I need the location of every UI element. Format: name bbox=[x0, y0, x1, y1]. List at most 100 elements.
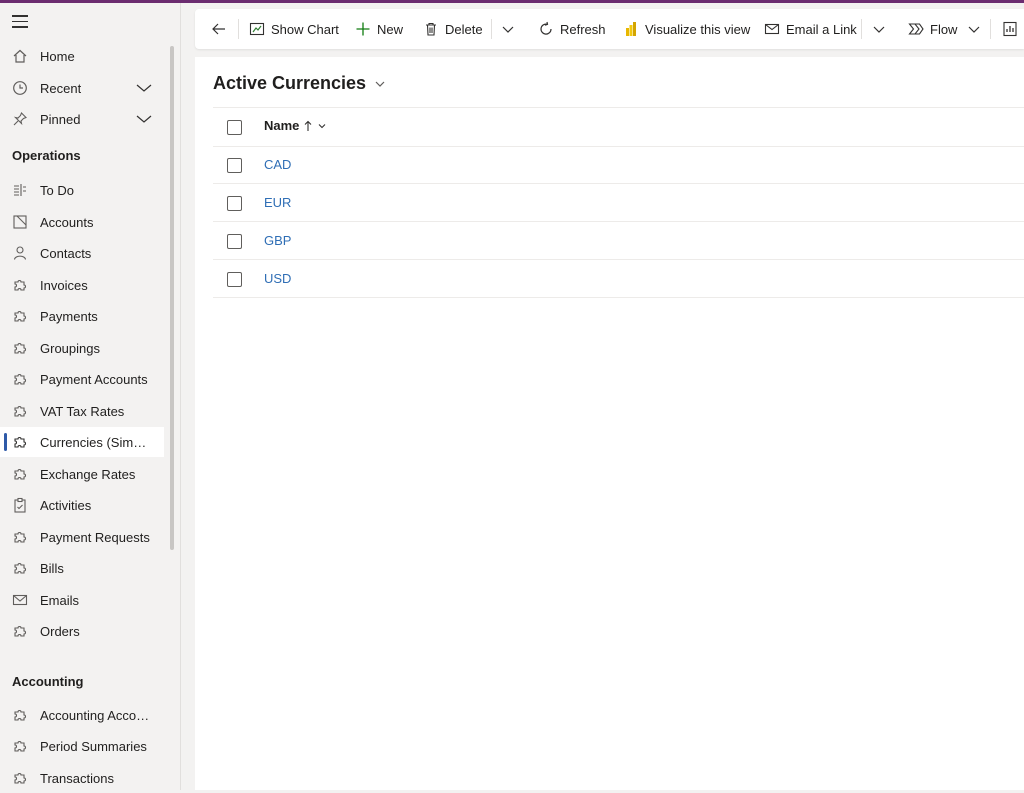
sidebar-item-exchange-rates[interactable]: Exchange Rates bbox=[0, 459, 164, 489]
sidebar-item-label: To Do bbox=[40, 182, 74, 198]
currency-link[interactable]: USD bbox=[264, 271, 291, 286]
sidebar-item-activities[interactable]: Activities bbox=[0, 490, 164, 520]
column-header-label: Name bbox=[264, 118, 300, 133]
puzzle-icon bbox=[12, 707, 28, 723]
report-button[interactable] bbox=[1002, 9, 1024, 49]
sidebar-item-label: Home bbox=[40, 48, 75, 64]
puzzle-icon bbox=[12, 466, 28, 482]
chevron-down-icon bbox=[375, 81, 385, 87]
mail-icon bbox=[12, 592, 28, 608]
sidebar-item-label: Emails bbox=[40, 592, 80, 608]
email-link-button[interactable]: Email a Link bbox=[764, 9, 857, 49]
sidebar-item-label: Currencies (Simpl... bbox=[40, 434, 152, 450]
divider bbox=[861, 19, 862, 39]
sidebar-item-label: Accounting Accou... bbox=[40, 707, 152, 723]
delete-label: Delete bbox=[445, 21, 483, 37]
row-checkbox[interactable] bbox=[227, 234, 242, 249]
sidebar-item-orders[interactable]: Orders bbox=[0, 616, 164, 646]
sidebar-item-groupings[interactable]: Groupings bbox=[0, 333, 164, 363]
sidebar-item-label: Payments bbox=[40, 308, 98, 324]
row-checkbox[interactable] bbox=[227, 158, 242, 173]
sidebar-item-bills[interactable]: Bills bbox=[0, 553, 164, 583]
sidebar-item-transactions[interactable]: Transactions bbox=[0, 763, 164, 793]
section-header-accounting: Accounting bbox=[12, 674, 84, 689]
sidebar-item-label: Invoices bbox=[40, 277, 88, 293]
table-row[interactable]: CAD bbox=[213, 146, 1024, 184]
sidebar-item-payment-accounts[interactable]: Payment Accounts bbox=[0, 364, 164, 394]
chart-icon bbox=[249, 22, 265, 36]
puzzle-icon bbox=[12, 403, 28, 419]
row-checkbox[interactable] bbox=[227, 196, 242, 211]
sidebar-item-accounts[interactable]: Accounts bbox=[0, 207, 164, 237]
row-checkbox[interactable] bbox=[227, 272, 242, 287]
flow-icon bbox=[908, 23, 924, 35]
sidebar: Home Recent Pinned Operations To Do Acco… bbox=[0, 3, 181, 790]
sidebar-item-emails[interactable]: Emails bbox=[0, 585, 164, 615]
command-bar: Show Chart New Delete Refresh Visualize … bbox=[195, 9, 1024, 49]
puzzle-icon bbox=[12, 371, 28, 387]
visualize-view-button[interactable]: Visualize this view bbox=[623, 9, 750, 49]
sidebar-item-label: Pinned bbox=[40, 111, 81, 127]
sidebar-item-vat-tax-rates[interactable]: VAT Tax Rates bbox=[0, 396, 164, 426]
chevron-down-icon bbox=[502, 26, 514, 33]
table-row[interactable]: EUR bbox=[213, 184, 1024, 222]
email-link-label: Email a Link bbox=[786, 21, 857, 37]
show-chart-button[interactable]: Show Chart bbox=[249, 9, 339, 49]
pin-icon bbox=[12, 111, 28, 127]
puzzle-icon bbox=[12, 738, 28, 754]
todo-icon bbox=[12, 182, 28, 198]
sidebar-item-payment-requests[interactable]: Payment Requests bbox=[0, 522, 164, 552]
refresh-button[interactable]: Refresh bbox=[538, 9, 606, 49]
hamburger-menu-icon[interactable] bbox=[12, 15, 28, 29]
flow-button[interactable]: Flow bbox=[908, 9, 987, 49]
view-selector[interactable]: Active Currencies bbox=[213, 73, 386, 94]
sidebar-item-label: Orders bbox=[40, 623, 80, 639]
delete-button[interactable]: Delete bbox=[423, 9, 483, 49]
chevron-down-icon[interactable] bbox=[136, 80, 152, 96]
refresh-label: Refresh bbox=[560, 21, 606, 37]
trash-icon bbox=[426, 22, 436, 36]
puzzle-icon bbox=[12, 340, 28, 356]
currency-link[interactable]: GBP bbox=[264, 233, 291, 248]
back-button[interactable] bbox=[211, 9, 233, 49]
view-title: Active Currencies bbox=[213, 73, 367, 93]
new-button[interactable]: New bbox=[355, 9, 403, 49]
divider bbox=[491, 19, 492, 39]
currency-link[interactable]: CAD bbox=[264, 157, 291, 172]
grid-header: Name bbox=[213, 107, 1024, 147]
more-email-options-button[interactable] bbox=[872, 9, 892, 49]
sidebar-item-label: Bills bbox=[40, 560, 64, 576]
puzzle-icon bbox=[12, 529, 28, 545]
table-row[interactable]: GBP bbox=[213, 222, 1024, 260]
clipboard-icon bbox=[12, 497, 28, 513]
sidebar-item-label: Groupings bbox=[40, 340, 100, 356]
report-icon bbox=[1003, 21, 1017, 37]
plus-icon bbox=[356, 22, 370, 36]
sidebar-item-to-do[interactable]: To Do bbox=[0, 175, 164, 205]
sidebar-item-period-summaries[interactable]: Period Summaries bbox=[0, 731, 164, 761]
chevron-down-icon[interactable] bbox=[136, 111, 152, 127]
sidebar-scrollbar[interactable] bbox=[170, 46, 174, 550]
column-header-name[interactable]: Name bbox=[264, 118, 327, 133]
show-chart-label: Show Chart bbox=[271, 21, 339, 37]
sidebar-item-pinned[interactable]: Pinned bbox=[0, 104, 164, 134]
puzzle-icon bbox=[12, 623, 28, 639]
new-label: New bbox=[377, 21, 404, 37]
sidebar-item-payments[interactable]: Payments bbox=[0, 301, 164, 331]
sidebar-item-label: Contacts bbox=[40, 245, 92, 261]
chevron-down-icon bbox=[873, 26, 885, 33]
currency-link[interactable]: EUR bbox=[264, 195, 291, 210]
sidebar-item-accounting-accounts[interactable]: Accounting Accou... bbox=[0, 700, 164, 730]
table-row[interactable]: USD bbox=[213, 260, 1024, 298]
sidebar-item-currencies[interactable]: Currencies (Simpl... bbox=[0, 427, 164, 457]
sidebar-item-label: Activities bbox=[40, 497, 92, 513]
sidebar-item-home[interactable]: Home bbox=[0, 41, 164, 71]
sidebar-item-contacts[interactable]: Contacts bbox=[0, 238, 164, 268]
sidebar-item-recent[interactable]: Recent bbox=[0, 73, 164, 103]
puzzle-icon bbox=[12, 277, 28, 293]
refresh-icon bbox=[540, 21, 552, 35]
select-all-checkbox[interactable] bbox=[227, 120, 242, 135]
more-delete-options-button[interactable] bbox=[501, 9, 521, 49]
main-panel: Active Currencies Name CAD EUR GBP USD bbox=[195, 57, 1024, 790]
sidebar-item-invoices[interactable]: Invoices bbox=[0, 270, 164, 300]
